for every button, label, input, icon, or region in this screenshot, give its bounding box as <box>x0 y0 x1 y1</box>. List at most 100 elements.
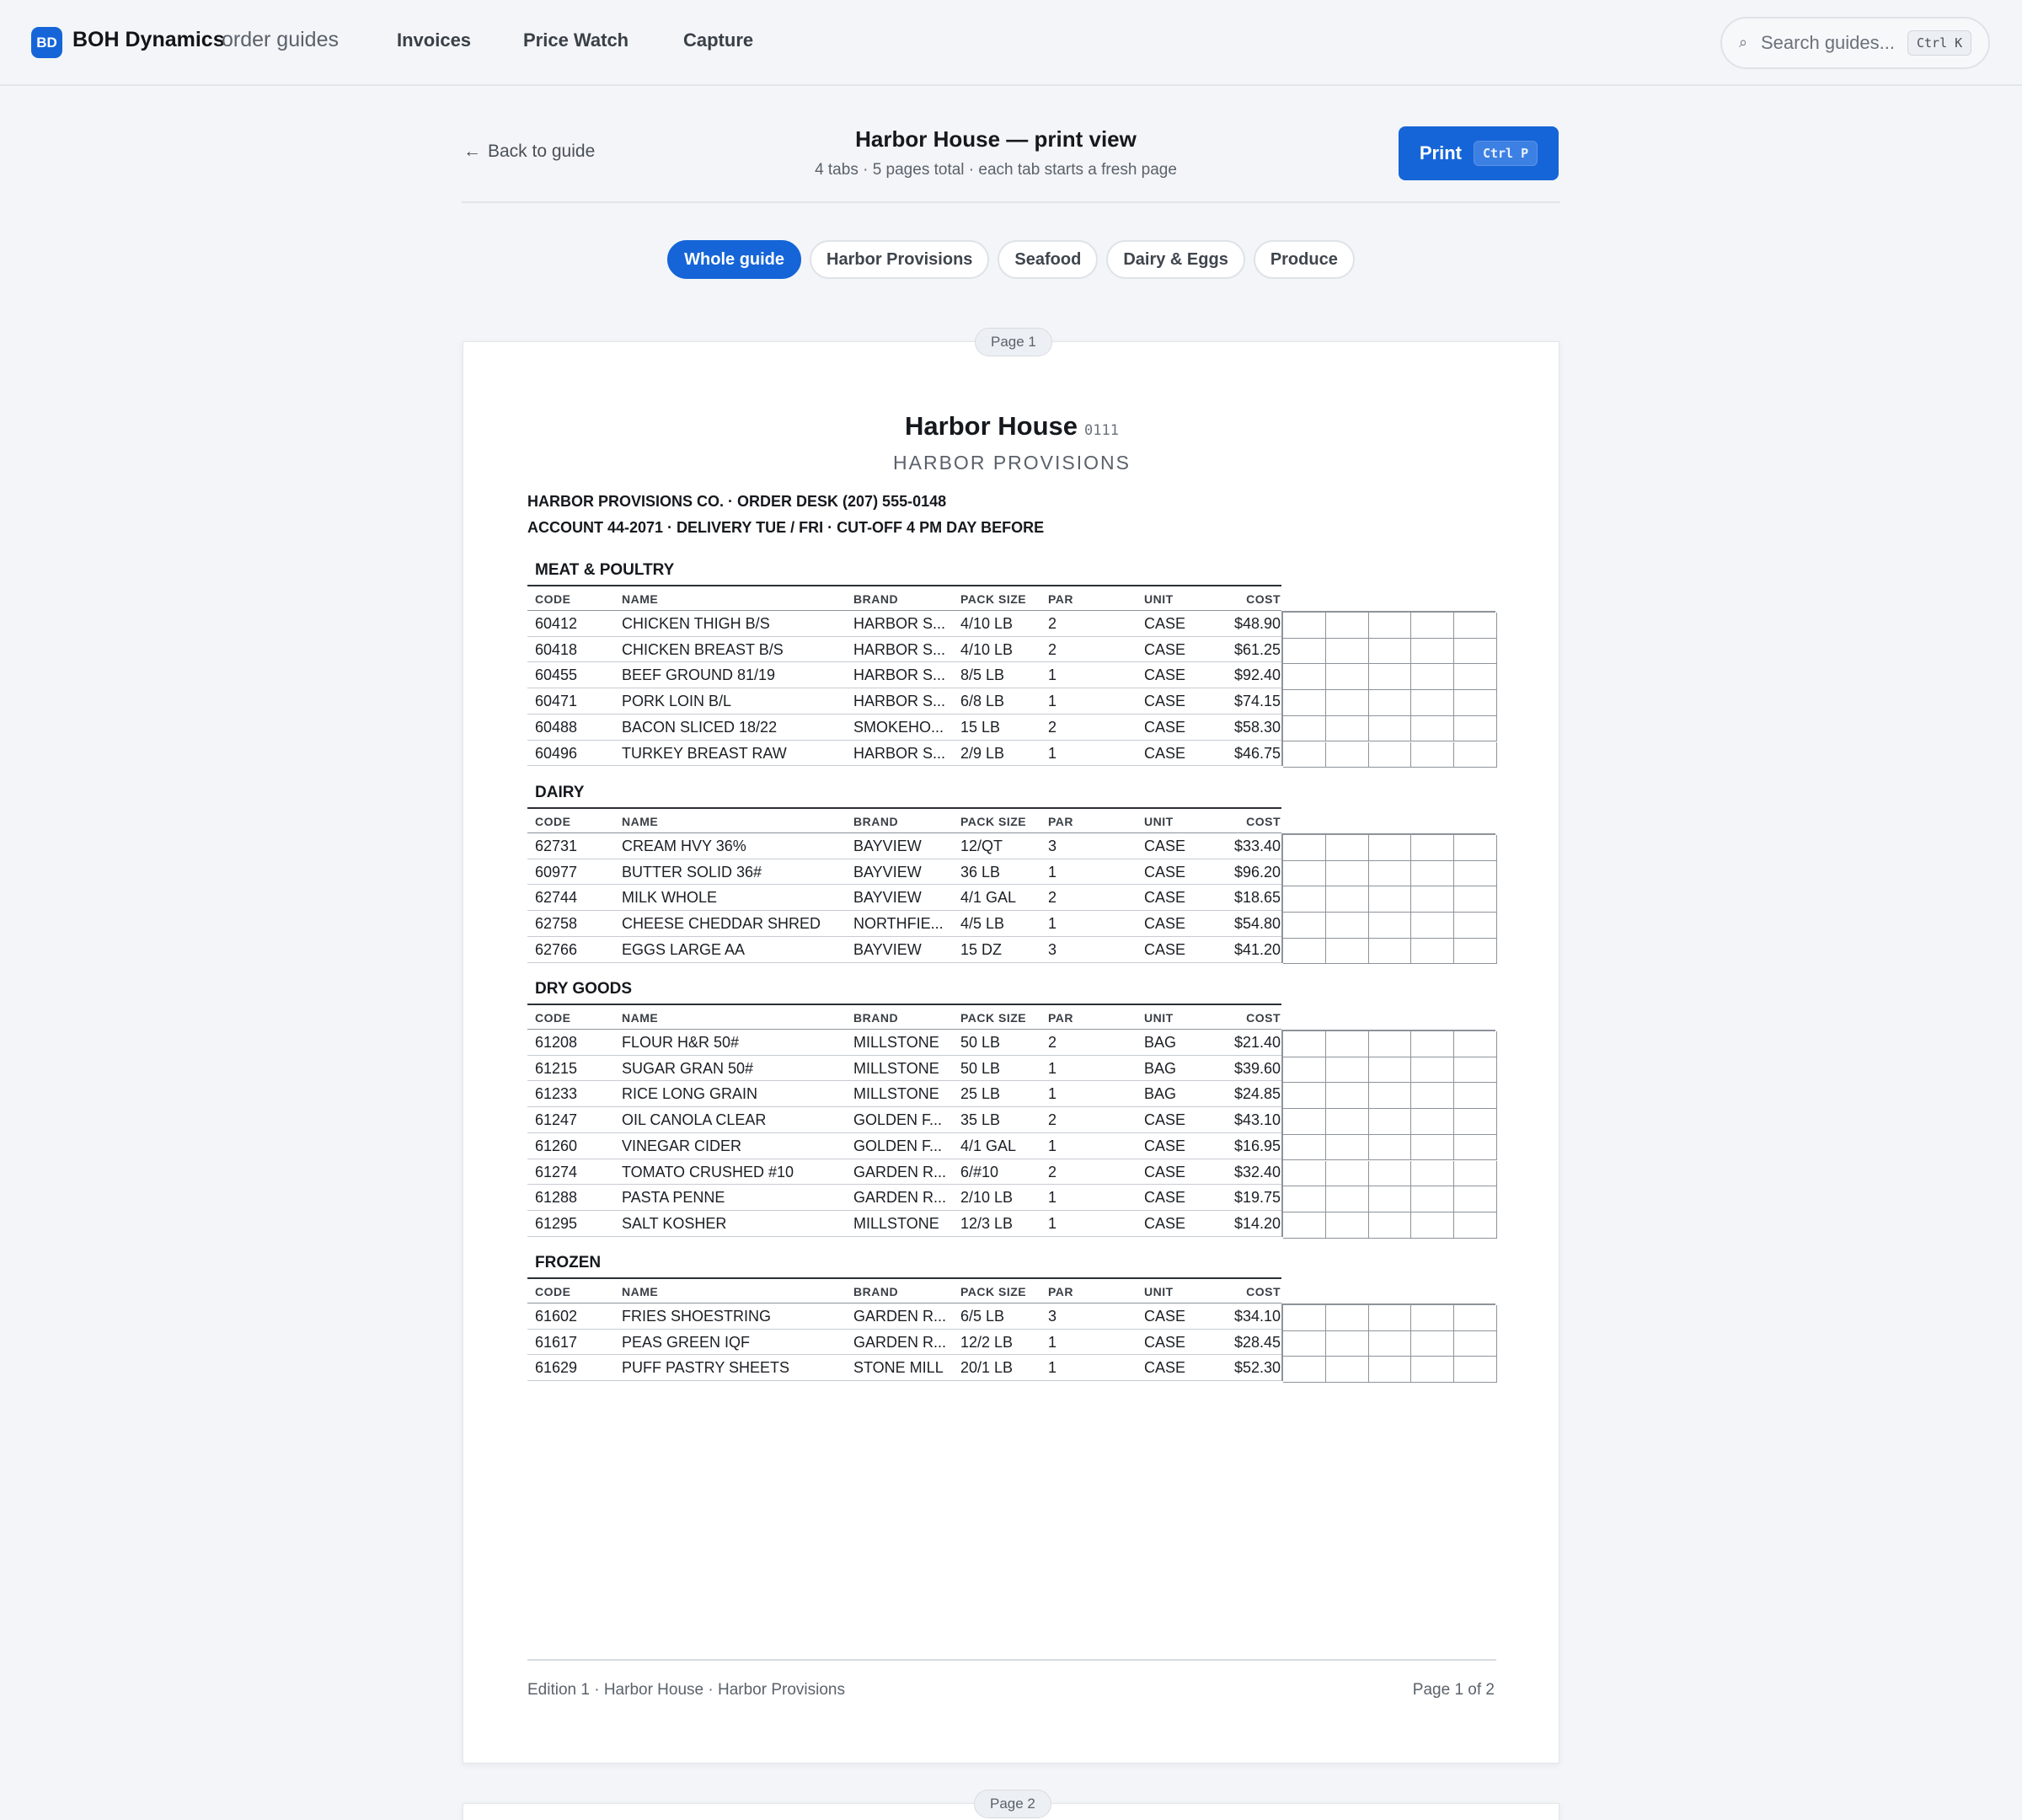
order-qty-box[interactable] <box>1368 1160 1412 1187</box>
order-qty-box[interactable] <box>1411 938 1455 965</box>
order-qty-box[interactable] <box>1283 860 1326 887</box>
order-qty-box[interactable] <box>1368 1083 1412 1110</box>
order-qty-box[interactable] <box>1368 741 1412 768</box>
order-qty-box[interactable] <box>1283 1109 1326 1135</box>
order-qty-box[interactable] <box>1283 613 1326 639</box>
order-qty-box[interactable] <box>1454 1305 1497 1331</box>
order-qty-box[interactable] <box>1283 913 1326 939</box>
order-qty-box[interactable] <box>1454 1057 1497 1084</box>
order-qty-box[interactable] <box>1325 690 1369 716</box>
order-qty-box[interactable] <box>1411 741 1455 768</box>
order-qty-box[interactable] <box>1283 1031 1326 1057</box>
order-qty-box[interactable] <box>1454 1186 1497 1212</box>
order-qty-box[interactable] <box>1411 1031 1455 1057</box>
order-qty-box[interactable] <box>1368 1330 1412 1357</box>
order-qty-box[interactable] <box>1454 715 1497 742</box>
order-qty-box[interactable] <box>1454 638 1497 665</box>
order-qty-box[interactable] <box>1325 1212 1369 1239</box>
order-qty-box[interactable] <box>1283 1330 1326 1357</box>
order-qty-box[interactable] <box>1411 860 1455 887</box>
order-qty-box[interactable] <box>1325 1109 1369 1135</box>
order-qty-box[interactable] <box>1454 690 1497 716</box>
order-qty-box[interactable] <box>1283 715 1326 742</box>
order-qty-box[interactable] <box>1368 690 1412 716</box>
order-qty-box[interactable] <box>1454 1330 1497 1357</box>
order-qty-box[interactable] <box>1368 1134 1412 1161</box>
order-qty-box[interactable] <box>1368 913 1412 939</box>
order-qty-box[interactable] <box>1368 664 1412 691</box>
tab-whole-guide[interactable]: Whole guide <box>667 240 802 279</box>
order-qty-box[interactable] <box>1454 938 1497 965</box>
order-qty-box[interactable] <box>1454 613 1497 639</box>
order-qty-box[interactable] <box>1325 1357 1369 1384</box>
search-input[interactable] <box>1761 32 1929 54</box>
order-qty-box[interactable] <box>1368 1212 1412 1239</box>
order-qty-box[interactable] <box>1454 835 1497 861</box>
order-qty-box[interactable] <box>1411 886 1455 913</box>
order-qty-box[interactable] <box>1325 1330 1369 1357</box>
order-qty-box[interactable] <box>1454 1160 1497 1187</box>
order-qty-box[interactable] <box>1454 1357 1497 1384</box>
nav-capture[interactable]: Capture <box>683 29 753 51</box>
order-qty-box[interactable] <box>1368 860 1412 887</box>
order-qty-box[interactable] <box>1411 1212 1455 1239</box>
order-qty-box[interactable] <box>1411 1160 1455 1187</box>
order-qty-box[interactable] <box>1411 1134 1455 1161</box>
order-qty-box[interactable] <box>1368 886 1412 913</box>
order-qty-box[interactable] <box>1454 886 1497 913</box>
order-qty-box[interactable] <box>1283 938 1326 965</box>
order-qty-box[interactable] <box>1325 1057 1369 1084</box>
order-qty-box[interactable] <box>1325 1160 1369 1187</box>
order-qty-box[interactable] <box>1368 715 1412 742</box>
order-qty-box[interactable] <box>1454 1031 1497 1057</box>
tab-harbor-provisions[interactable]: Harbor Provisions <box>810 240 990 279</box>
order-qty-box[interactable] <box>1368 835 1412 861</box>
order-qty-box[interactable] <box>1411 1186 1455 1212</box>
order-qty-box[interactable] <box>1368 638 1412 665</box>
order-qty-box[interactable] <box>1283 1134 1326 1161</box>
order-qty-box[interactable] <box>1325 860 1369 887</box>
app-name[interactable]: BOH Dynamics <box>72 28 225 52</box>
order-qty-box[interactable] <box>1411 715 1455 742</box>
order-qty-box[interactable] <box>1368 1031 1412 1057</box>
order-qty-box[interactable] <box>1454 1109 1497 1135</box>
order-qty-box[interactable] <box>1368 1186 1412 1212</box>
order-qty-box[interactable] <box>1283 1083 1326 1110</box>
order-qty-box[interactable] <box>1283 1357 1326 1384</box>
order-qty-box[interactable] <box>1368 1109 1412 1135</box>
tab-dairy-eggs[interactable]: Dairy & Eggs <box>1106 240 1245 279</box>
order-qty-box[interactable] <box>1454 913 1497 939</box>
order-qty-box[interactable] <box>1411 1357 1455 1384</box>
order-qty-box[interactable] <box>1411 613 1455 639</box>
order-qty-box[interactable] <box>1325 1305 1369 1331</box>
order-qty-box[interactable] <box>1283 1186 1326 1212</box>
order-qty-box[interactable] <box>1411 1109 1455 1135</box>
order-qty-box[interactable] <box>1325 715 1369 742</box>
order-qty-box[interactable] <box>1411 1330 1455 1357</box>
tab-produce[interactable]: Produce <box>1253 240 1355 279</box>
search-box[interactable]: ⌕ Ctrl K <box>1720 17 1990 69</box>
order-qty-box[interactable] <box>1283 690 1326 716</box>
order-qty-box[interactable] <box>1325 1031 1369 1057</box>
order-qty-box[interactable] <box>1368 938 1412 965</box>
order-qty-box[interactable] <box>1325 1186 1369 1212</box>
order-qty-box[interactable] <box>1411 690 1455 716</box>
order-qty-box[interactable] <box>1325 1083 1369 1110</box>
order-qty-box[interactable] <box>1411 1083 1455 1110</box>
order-qty-box[interactable] <box>1283 886 1326 913</box>
order-qty-box[interactable] <box>1325 835 1369 861</box>
order-qty-box[interactable] <box>1325 913 1369 939</box>
order-qty-box[interactable] <box>1454 1212 1497 1239</box>
order-qty-box[interactable] <box>1411 835 1455 861</box>
order-qty-box[interactable] <box>1283 1305 1326 1331</box>
order-qty-box[interactable] <box>1283 638 1326 665</box>
order-qty-box[interactable] <box>1411 1305 1455 1331</box>
order-qty-box[interactable] <box>1283 1212 1326 1239</box>
order-qty-box[interactable] <box>1368 613 1412 639</box>
app-logo[interactable]: BD <box>31 27 62 58</box>
order-qty-box[interactable] <box>1325 938 1369 965</box>
order-qty-box[interactable] <box>1283 741 1326 768</box>
order-qty-box[interactable] <box>1283 835 1326 861</box>
nav-invoices[interactable]: Invoices <box>397 29 471 51</box>
order-qty-box[interactable] <box>1368 1357 1412 1384</box>
